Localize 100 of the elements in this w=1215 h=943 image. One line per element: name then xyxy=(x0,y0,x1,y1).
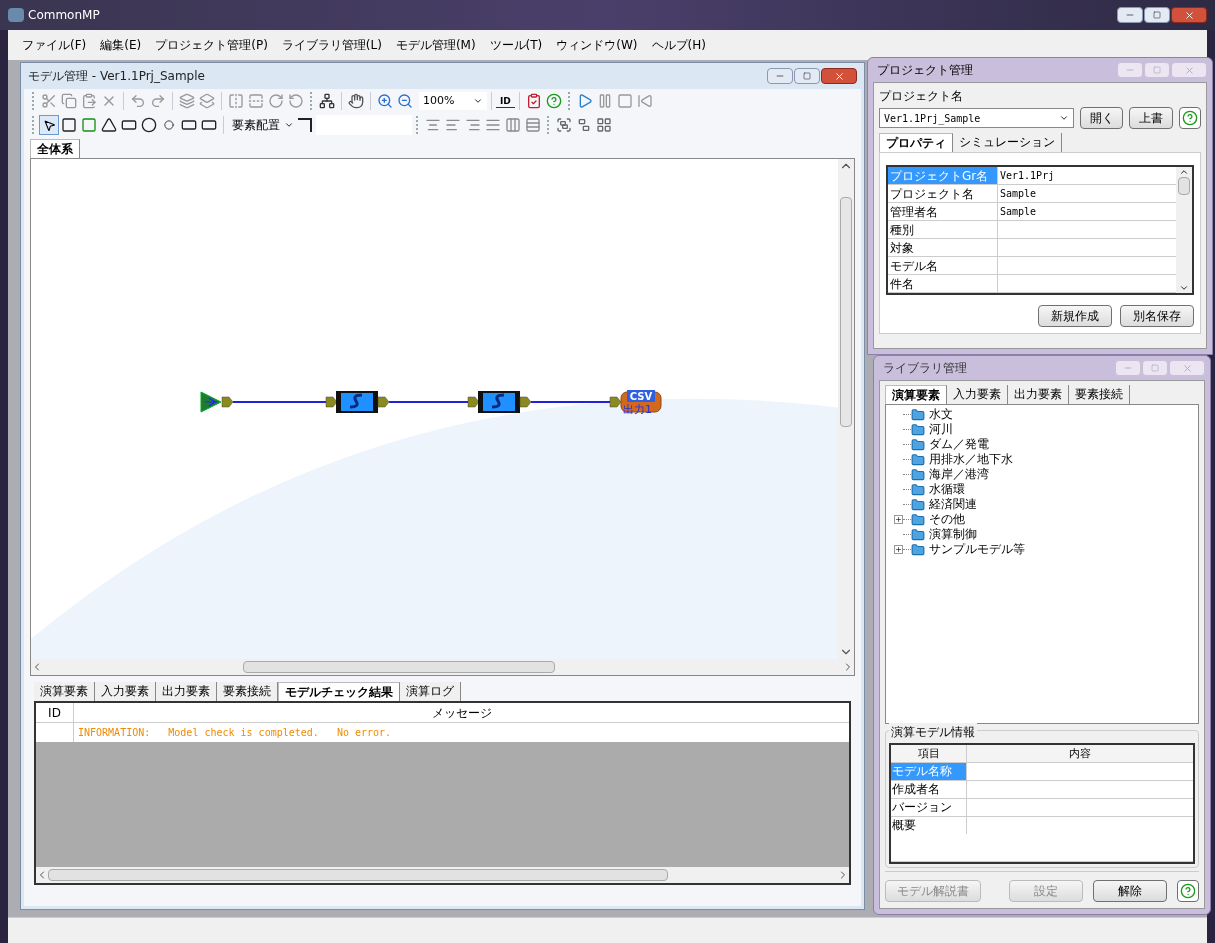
property-name[interactable]: 対象 xyxy=(888,239,998,256)
close-button[interactable] xyxy=(821,68,857,84)
tree-item[interactable]: 水循環 xyxy=(929,482,965,497)
panel-title: ライブラリ管理 xyxy=(883,360,967,377)
tab[interactable]: 演算ログ xyxy=(400,682,461,701)
plus-icon xyxy=(895,516,902,523)
tree-item[interactable]: 用排水／地下水 xyxy=(929,452,1013,467)
menu-item[interactable]: プロジェクト管理(P) xyxy=(155,36,268,54)
property-value[interactable]: Ver1.1Prj xyxy=(998,167,1176,184)
menu-item[interactable]: モデル管理(M) xyxy=(395,36,476,54)
menu-item[interactable]: ファイル(F) xyxy=(22,36,87,54)
property-name[interactable]: 管理者名 xyxy=(888,203,998,220)
tree-icon[interactable] xyxy=(317,91,337,111)
rotate-right-icon[interactable] xyxy=(266,91,286,111)
port-icon[interactable] xyxy=(467,396,480,408)
tab[interactable]: モデルチェック結果 xyxy=(278,682,400,701)
tab[interactable]: 全体系 xyxy=(30,139,80,158)
expand-icon[interactable] xyxy=(894,545,903,554)
column-header: メッセージ xyxy=(430,705,493,722)
close-icon xyxy=(833,70,845,82)
plus-icon xyxy=(895,546,902,553)
hand-icon[interactable] xyxy=(346,91,366,111)
column-header: 内容 xyxy=(1068,746,1092,762)
id-button[interactable]: ID xyxy=(496,94,515,108)
help-icon xyxy=(1182,110,1199,126)
layout-dropdown[interactable]: 要素配置 xyxy=(228,116,298,134)
port-icon[interactable] xyxy=(377,396,390,408)
grid-icon[interactable] xyxy=(594,115,614,135)
property-name[interactable]: モデル名 xyxy=(888,257,998,274)
property-name[interactable]: 件名 xyxy=(888,275,998,292)
square-icon[interactable] xyxy=(59,115,79,135)
scroll-thumb[interactable] xyxy=(1178,177,1190,195)
close-icon xyxy=(1183,9,1195,21)
rotate-left-icon[interactable] xyxy=(286,91,306,111)
horizontal-scrollbar[interactable] xyxy=(31,659,854,675)
button[interactable]: 新規作成 xyxy=(1038,305,1112,327)
folder-icon xyxy=(911,527,925,542)
source-node[interactable] xyxy=(200,391,222,413)
horizontal-scrollbar[interactable] xyxy=(36,867,849,883)
menu-item[interactable]: 編集(E) xyxy=(100,36,142,54)
tree-item[interactable]: 河川 xyxy=(929,422,953,437)
tree-item[interactable]: 経済関連 xyxy=(929,497,977,512)
vertical-scrollbar[interactable] xyxy=(838,159,854,659)
button[interactable]: 解除 xyxy=(1093,880,1167,902)
flip-horizontal-icon[interactable] xyxy=(226,91,246,111)
tab[interactable]: 演算要素 xyxy=(885,385,947,404)
calculation-node[interactable] xyxy=(336,391,378,413)
tree-item[interactable]: サンプルモデル等 xyxy=(929,542,1025,557)
project-dropdown[interactable]: Ver1.1Prj_Sample xyxy=(879,108,1074,128)
ellipse-icon[interactable] xyxy=(139,115,159,135)
property-value[interactable]: Sample xyxy=(998,203,1176,220)
maximize-button[interactable] xyxy=(1144,7,1170,23)
tree-item[interactable]: 水文 xyxy=(929,407,953,422)
button[interactable]: 開く xyxy=(1079,107,1124,129)
scroll-up-icon[interactable] xyxy=(1179,167,1189,177)
property-name[interactable]: 種別 xyxy=(888,221,998,238)
info-row-name[interactable]: 作成者名 xyxy=(891,781,967,798)
triangle-icon[interactable] xyxy=(99,115,119,135)
tree-item[interactable]: その他 xyxy=(929,512,965,527)
tree-item[interactable]: ダム／発電 xyxy=(929,437,989,452)
flip-vertical-icon[interactable] xyxy=(246,91,266,111)
menu-item[interactable]: ツール(T) xyxy=(489,36,543,54)
port-icon[interactable] xyxy=(325,396,338,408)
property-name[interactable]: プロジェクト名 xyxy=(888,185,998,202)
minimize-button[interactable] xyxy=(1117,7,1143,23)
menu-item[interactable]: ライブラリ管理(L) xyxy=(281,36,382,54)
zoom-dropdown[interactable]: 100% xyxy=(419,92,487,110)
message-cell-text: INFORMATION: Model check is completed. No error. xyxy=(77,726,393,740)
expand-icon[interactable] xyxy=(894,515,903,524)
pointer-icon[interactable] xyxy=(39,115,59,135)
help-button[interactable] xyxy=(1177,880,1199,902)
info-row-name[interactable]: 概要 xyxy=(891,817,967,834)
csv-output-node[interactable]: CSV 出力1 xyxy=(620,390,662,416)
tab[interactable]: プロパティ xyxy=(879,133,953,152)
app-logo-icon xyxy=(8,8,24,22)
info-row-name[interactable]: バージョン xyxy=(891,799,967,816)
button[interactable]: 別名保存 xyxy=(1120,305,1194,327)
help-button[interactable] xyxy=(1179,107,1201,129)
tab[interactable]: 演算要素 xyxy=(34,682,95,701)
folder-icon xyxy=(911,497,925,512)
port-icon[interactable] xyxy=(519,396,532,408)
button[interactable]: 上書 xyxy=(1129,107,1174,129)
vertical-scrollbar[interactable] xyxy=(1176,167,1192,293)
group-icon[interactable] xyxy=(554,115,574,135)
menu-item[interactable]: ウィンドウ(W) xyxy=(556,36,638,54)
tree-item[interactable]: 演算制御 xyxy=(929,527,977,542)
distribute-vertical-icon[interactable] xyxy=(523,115,543,135)
tab[interactable]: 入力要素 xyxy=(95,682,156,701)
group-legend: 演算モデル情報 xyxy=(889,723,977,741)
connector-icon[interactable] xyxy=(298,118,312,132)
scroll-down-icon[interactable] xyxy=(1179,283,1189,293)
help-icon xyxy=(1180,883,1196,899)
close-button[interactable] xyxy=(1171,7,1207,23)
distribute-horizontal-icon[interactable] xyxy=(503,115,523,135)
tab[interactable]: 出力要素 xyxy=(156,682,217,701)
calculation-node[interactable] xyxy=(478,391,520,413)
tab[interactable]: 要素接続 xyxy=(217,682,278,701)
menu-item[interactable]: ヘルプ(H) xyxy=(651,36,706,54)
property-value[interactable]: Sample xyxy=(998,185,1176,202)
tree-item[interactable]: 海岸／港湾 xyxy=(929,467,989,482)
